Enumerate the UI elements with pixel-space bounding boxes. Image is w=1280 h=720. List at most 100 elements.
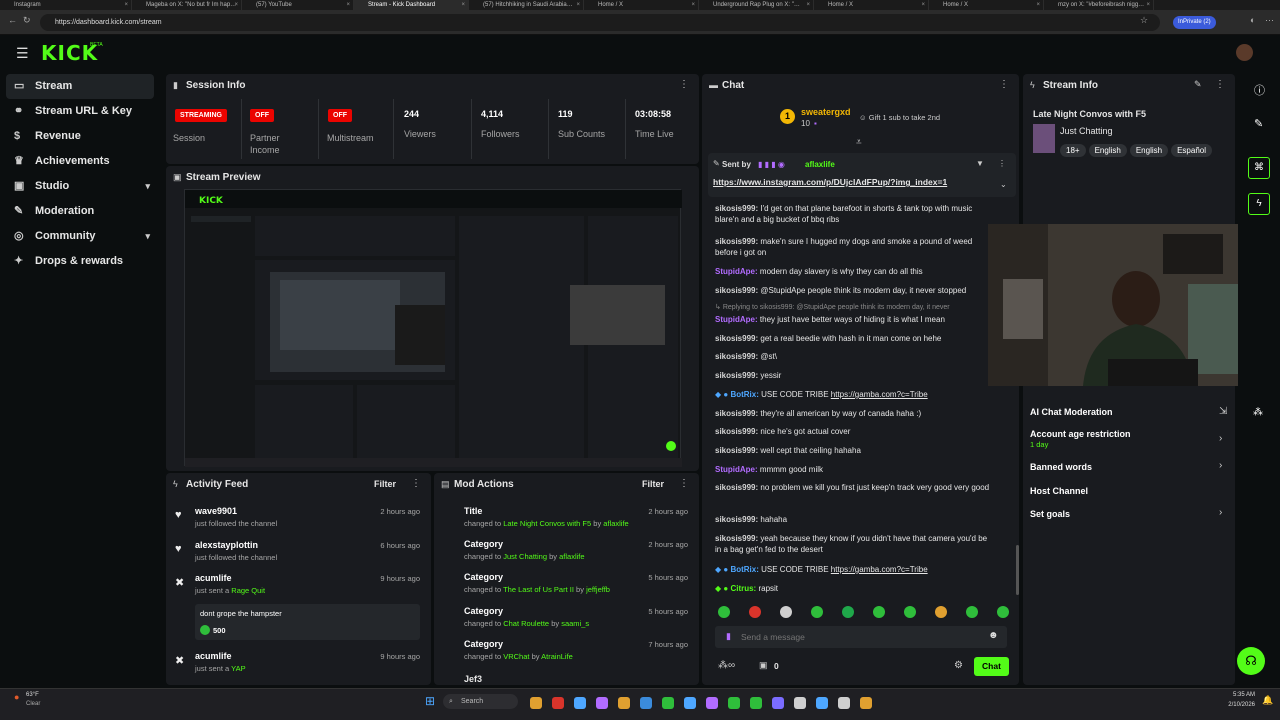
chevron-down-icon[interactable]: ⌄ [1000, 180, 1007, 189]
info-icon[interactable]: ⓘ [1254, 82, 1265, 98]
browser-tab[interactable]: Home / X × [814, 0, 929, 10]
taskbar-app-icon[interactable] [838, 697, 850, 709]
avatar[interactable] [1236, 44, 1253, 61]
taskbar-app-icon[interactable] [662, 697, 674, 709]
edit-icon[interactable]: ✎ [1254, 117, 1263, 130]
taskbar-search[interactable]: ⌕ Search [443, 694, 518, 709]
mod-action-user[interactable]: jeffjeffb [586, 585, 610, 594]
browser-tab[interactable]: (57) YouTube × [242, 0, 354, 10]
browser-tab[interactable]: (57) Hitchhiking in Saudi Arabia… × [469, 0, 584, 10]
emote-icon[interactable] [749, 606, 761, 618]
chat-username[interactable]: BotRix: [730, 390, 758, 399]
tag-chip[interactable]: English [1129, 144, 1169, 157]
chat-username[interactable]: sikosis999: [715, 534, 758, 543]
taskbar-app-icon[interactable] [530, 697, 542, 709]
filter-button[interactable]: Filter [374, 479, 396, 489]
taskbar-app-icon[interactable] [552, 697, 564, 709]
activity-user[interactable]: acumlife [195, 651, 232, 661]
activity-user[interactable]: alexstayplottin [195, 540, 258, 550]
browser-tab[interactable]: Underground Rap Plug on X: "… × [699, 0, 814, 10]
chat-username[interactable]: sikosis999: [715, 334, 758, 343]
chat-username[interactable]: StupidApe: [715, 465, 758, 474]
chat-scrollbar[interactable] [1016, 545, 1019, 595]
more-options-icon[interactable]: ⋮ [411, 478, 421, 489]
gift-sub-prompt[interactable]: ☺ Gift 1 sub to take 2nd [859, 113, 940, 122]
emote-icon[interactable] [811, 606, 823, 618]
browser-tab[interactable]: Home / X × [584, 0, 699, 10]
browser-tab[interactable]: Home / X × [929, 0, 1044, 10]
emote-icon[interactable] [718, 606, 730, 618]
top-gifter-name[interactable]: sweatergxd [801, 107, 851, 117]
more-options-icon[interactable]: ⋮ [999, 79, 1009, 90]
emote-icon[interactable] [873, 606, 885, 618]
sidebar-item-studio[interactable]: ▣ Studio ▾ [0, 174, 160, 199]
mod-action-user[interactable]: aflaxlife [603, 519, 628, 528]
copilot-icon[interactable]: ◐ [1250, 15, 1255, 25]
sidebar-item-achievements[interactable]: ♛ Achievements [0, 149, 160, 174]
tag-chip[interactable]: 18+ [1060, 144, 1086, 157]
stream-preview-video[interactable]: KICK [184, 189, 682, 467]
people-icon[interactable]: ⁂ [1253, 407, 1263, 418]
chat-username[interactable]: sikosis999: [715, 237, 758, 246]
points-icon[interactable]: ⁂∞ [718, 660, 735, 671]
more-options-icon[interactable]: ⋮ [998, 159, 1006, 168]
browser-tab[interactable]: Instagram × [0, 0, 132, 10]
set-goals-label[interactable]: Set goals [1030, 509, 1070, 519]
banned-words-label[interactable]: Banned words [1030, 462, 1092, 472]
chat-username[interactable]: sikosis999: [715, 204, 758, 213]
chat-input[interactable] [741, 630, 961, 644]
category-thumbnail[interactable] [1033, 124, 1055, 153]
emote-icon[interactable] [780, 606, 792, 618]
external-link-icon[interactable]: ⇲ [1219, 406, 1227, 417]
chat-link[interactable]: https://gamba.com?c=Tribe [831, 565, 928, 574]
chat-username[interactable]: BotRix: [730, 565, 758, 574]
chat-username[interactable]: sikosis999: [715, 352, 758, 361]
host-channel-label[interactable]: Host Channel [1030, 486, 1088, 496]
chat-username[interactable]: sikosis999: [715, 446, 758, 455]
chat-link[interactable]: https://gamba.com?c=Tribe [831, 390, 928, 399]
close-tab-icon[interactable]: × [1036, 0, 1040, 10]
close-tab-icon[interactable]: × [1146, 0, 1150, 10]
sidebar-item-revenue[interactable]: $ Revenue [0, 124, 160, 149]
age-restriction-label[interactable]: Account age restriction [1030, 429, 1131, 439]
support-chat-icon[interactable]: ☊ [1237, 647, 1265, 675]
more-options-icon[interactable]: ⋮ [679, 478, 689, 489]
mod-action-user[interactable]: aflaxlife [559, 552, 584, 561]
browser-tab[interactable]: mzy on X: "#beforeibrash nigg… × [1044, 0, 1154, 10]
close-tab-icon[interactable]: × [576, 0, 580, 10]
favorites-icon[interactable]: ☆ [1140, 15, 1148, 26]
emote-icon[interactable] [904, 606, 916, 618]
address-bar[interactable]: https://dashboard.kick.com/stream [40, 14, 1160, 31]
sidebar-item-community[interactable]: ◎ Community ▾ [0, 224, 160, 249]
chat-username[interactable]: StupidApe: [715, 315, 758, 324]
mod-action-user[interactable]: saami_s [561, 619, 589, 628]
taskbar-app-icon[interactable] [684, 697, 696, 709]
windows-start-icon[interactable]: ⊞ [425, 694, 435, 708]
chat-username[interactable]: sikosis999: [715, 427, 758, 436]
chevron-right-icon[interactable]: › [1219, 460, 1222, 471]
back-icon[interactable]: ← [8, 15, 17, 25]
tag-chip[interactable]: English [1088, 144, 1127, 157]
close-tab-icon[interactable]: × [124, 0, 128, 10]
chevron-right-icon[interactable]: › [1219, 433, 1222, 444]
chat-username[interactable]: sikosis999: [715, 483, 758, 492]
taskbar-app-icon[interactable] [816, 697, 828, 709]
moderation-shortcut-icon[interactable]: ⌘ [1248, 157, 1270, 179]
filter-button[interactable]: Filter [642, 479, 664, 489]
chevron-down-icon[interactable]: ▾ [145, 224, 150, 249]
taskbar-app-icon[interactable] [706, 697, 718, 709]
collapse-icon[interactable]: ⩡ [856, 137, 862, 148]
chat-username[interactable]: sikosis999: [715, 515, 758, 524]
inprivate-badge[interactable]: InPrivate (2) [1173, 16, 1216, 29]
notification-bell-icon[interactable]: 🔔 [1262, 695, 1273, 706]
chat-username[interactable]: sikosis999: [715, 409, 758, 418]
chat-username[interactable]: StupidApe: [715, 267, 758, 276]
category-name[interactable]: Just Chatting [1060, 126, 1113, 136]
taskbar-app-icon[interactable] [618, 697, 630, 709]
emote-icon[interactable] [997, 606, 1009, 618]
edit-pencil-icon[interactable]: ✎ [1194, 79, 1202, 90]
emote-icon[interactable] [966, 606, 978, 618]
bolt-shortcut-icon[interactable]: ϟ [1248, 193, 1270, 215]
emote-icon[interactable] [935, 606, 947, 618]
taskbar-app-icon[interactable] [596, 697, 608, 709]
